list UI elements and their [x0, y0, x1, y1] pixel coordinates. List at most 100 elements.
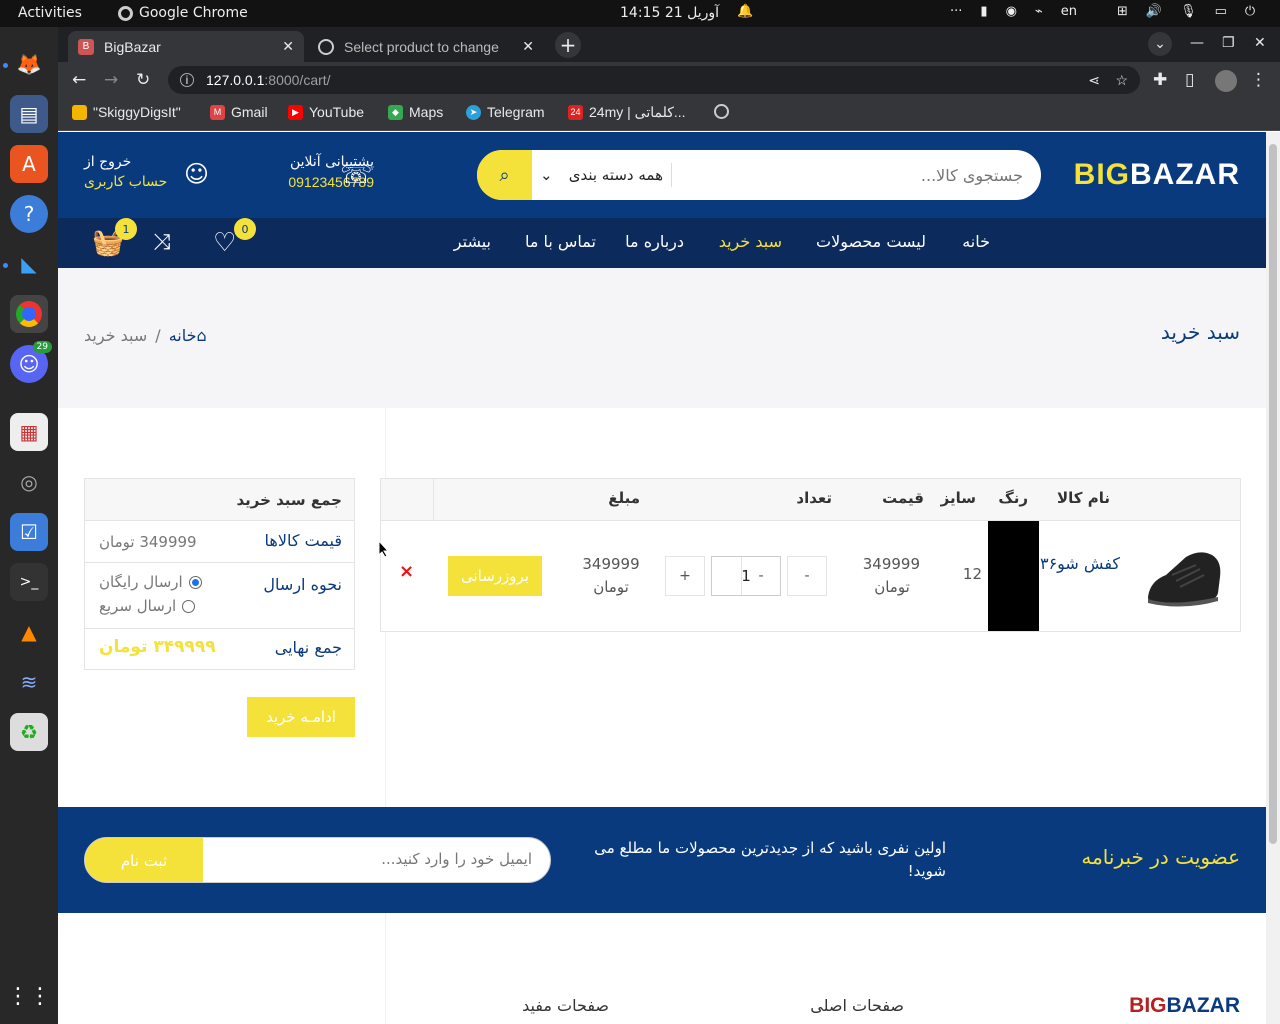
youtube-icon: ▶: [288, 104, 303, 120]
bookmark-star-icon[interactable]: ☆: [1115, 72, 1128, 89]
nav-about[interactable]: درباره ما: [625, 232, 684, 251]
qty-increase-button[interactable]: +: [665, 556, 705, 596]
nav-home[interactable]: خانه: [962, 232, 990, 251]
bookmark-maps[interactable]: ◆ Maps: [388, 104, 443, 120]
cart-table-header: نام کالا رنگ سایز قیمت تعداد مبلغ: [381, 479, 1240, 521]
camera-icon: ▮: [980, 4, 988, 19]
tab-bigbazar[interactable]: B BigBazar ✕: [68, 31, 304, 62]
wishlist-icon[interactable]: ♡: [213, 228, 236, 258]
bookmark-skiggy[interactable]: "SkiggyDigsIt": [72, 104, 181, 120]
nav-cart[interactable]: سبد خرید: [719, 232, 782, 251]
bookmark-telegram[interactable]: ➤ Telegram: [466, 104, 545, 120]
profile-avatar[interactable]: [1215, 70, 1237, 92]
nav-contact[interactable]: تماس با ما: [525, 232, 596, 251]
disk-icon[interactable]: ◎: [10, 463, 48, 501]
continue-shopping-button[interactable]: ادامـه خرید: [247, 697, 355, 737]
extensions-icon[interactable]: ✚: [1153, 70, 1167, 90]
back-icon[interactable]: ←: [72, 70, 86, 90]
radio-selected[interactable]: [188, 575, 202, 589]
site-info-icon[interactable]: i: [180, 73, 194, 87]
side-panel-icon[interactable]: ▯: [1185, 70, 1194, 90]
home-icon: ⌂: [196, 326, 207, 345]
search-input[interactable]: [671, 150, 1041, 200]
close-tab-icon[interactable]: ✕: [522, 38, 534, 55]
qty-input[interactable]: 1: [711, 556, 781, 596]
newsletter-email-input[interactable]: ایمیل خود را وارد کنید...: [381, 850, 532, 868]
qty-decrease-button[interactable]: -: [787, 556, 827, 596]
user-icon: ☺: [184, 160, 210, 188]
bookmark-globe[interactable]: [714, 104, 729, 119]
tab-admin[interactable]: Select product to change ✕: [308, 31, 544, 62]
help-icon[interactable]: ?: [10, 195, 48, 233]
product-image[interactable]: [1142, 535, 1226, 619]
terminal-icon[interactable]: >_: [10, 563, 48, 601]
account-link[interactable]: حساب کاربری: [84, 174, 178, 190]
system-top-bar: Activities Google Chrome آوریل 21 14:15 …: [0, 0, 1280, 27]
dock: 🦊 ▤ A ? ◣ ☺ 29 ▦ ◎ ☑ >_ ▲ ≋ ♻ ⋮⋮: [0, 27, 58, 1024]
category-select[interactable]: همه دسته بندی ⌄: [532, 163, 672, 187]
newsletter-submit-button[interactable]: ثبت نام: [85, 838, 203, 882]
bookmark-youtube[interactable]: ▶ YouTube: [288, 104, 364, 120]
clock[interactable]: آوریل 21 14:15: [620, 5, 719, 21]
chrome-dock-icon[interactable]: [10, 295, 48, 333]
menu-icon[interactable]: ⋮: [1250, 70, 1267, 90]
vscode-icon[interactable]: ◣: [10, 245, 48, 283]
trash-icon[interactable]: ♻: [10, 713, 48, 751]
page-scrollbar[interactable]: [1266, 132, 1280, 1024]
site-logo[interactable]: BIGBAZAR: [1074, 158, 1240, 192]
compare-icon[interactable]: ⤨: [153, 230, 171, 255]
discord-icon[interactable]: ☺ 29: [10, 341, 52, 383]
tab-search-icon[interactable]: ⌄: [1148, 32, 1172, 56]
footer-logo[interactable]: BIGBAZAR: [1129, 994, 1240, 1018]
forward-icon[interactable]: →: [104, 70, 118, 90]
web-page: BIGBAZAR همه دسته بندی⌄ ⌕ پشتیبانی آنلای…: [58, 132, 1266, 1024]
search-box: همه دسته بندی ⌄ ⌕: [477, 150, 1041, 200]
reload-icon[interactable]: ↻: [136, 70, 150, 90]
account-block[interactable]: خروج از حساب کاربری: [84, 154, 178, 190]
breadcrumb-home[interactable]: ⌂خانه: [169, 326, 207, 345]
search-button[interactable]: ⌕: [477, 150, 532, 200]
tasks-icon[interactable]: ☑: [10, 513, 48, 551]
shipping-option-free[interactable]: ارسال رایگان: [99, 573, 202, 591]
mic-icon: 🎙: [1180, 4, 1197, 19]
tray-overflow[interactable]: ···: [950, 4, 962, 19]
share-icon[interactable]: ⋖: [1088, 72, 1100, 89]
breadcrumb-separator: /: [155, 326, 161, 345]
battery-icon: ▭: [1214, 4, 1227, 19]
vlc-icon[interactable]: ▲: [10, 613, 48, 651]
product-amount: 349999 تومان: [582, 555, 640, 596]
system-tray[interactable]: ··· ▮ ◉ ⌁ en ⊞ 🔊 🎙 ▭ ⏻: [950, 4, 1255, 19]
product-name[interactable]: کفش شو۳۶: [1036, 553, 1124, 575]
address-bar[interactable]: i 127.0.0.1:8000/cart/ ⋖ ☆: [168, 66, 1140, 94]
document-viewer-icon[interactable]: ▦: [10, 413, 48, 451]
globe-icon: [318, 38, 334, 55]
app-menu[interactable]: Google Chrome: [118, 5, 248, 21]
activities-button[interactable]: Activities: [18, 5, 82, 21]
firefox-icon[interactable]: 🦊: [10, 45, 48, 83]
close-window-icon[interactable]: ✕: [1254, 35, 1266, 51]
show-apps-icon[interactable]: ⋮⋮: [7, 977, 51, 1015]
software-center-icon[interactable]: A: [10, 145, 48, 183]
files-icon[interactable]: ▤: [10, 95, 48, 133]
summary-total-row: جمع نهایی ۳۴۹۹۹۹ تومان: [85, 629, 354, 669]
close-tab-icon[interactable]: ✕: [282, 38, 294, 55]
nav-products[interactable]: لیست محصولات: [816, 232, 926, 251]
language-indicator[interactable]: en: [1061, 4, 1077, 19]
shipping-option-express[interactable]: ارسال سریع: [99, 597, 196, 615]
nav-more[interactable]: بیشتر: [454, 232, 491, 251]
bookmark-gmail[interactable]: M Gmail: [210, 104, 268, 120]
bookmark-24my[interactable]: 24 24my | كلماتی...: [568, 104, 686, 121]
category-select-value: همه دسته بندی: [568, 166, 663, 184]
scrollbar-thumb[interactable]: [1269, 144, 1277, 844]
shipping-label: نحوه ارسال: [263, 575, 342, 594]
kali-icon[interactable]: ≋: [10, 663, 48, 701]
logout-link[interactable]: خروج از: [84, 154, 178, 170]
network-tray-icon: ⌁: [1034, 4, 1043, 19]
restore-icon[interactable]: ❐: [1222, 35, 1235, 51]
new-tab-button[interactable]: +: [555, 32, 581, 58]
update-button[interactable]: بروزرسانی: [448, 556, 542, 596]
radio-unselected[interactable]: [182, 599, 196, 613]
minimize-icon[interactable]: —: [1190, 35, 1204, 51]
remove-item-icon[interactable]: ×: [399, 561, 414, 582]
tab-title: BigBazar: [104, 38, 161, 55]
